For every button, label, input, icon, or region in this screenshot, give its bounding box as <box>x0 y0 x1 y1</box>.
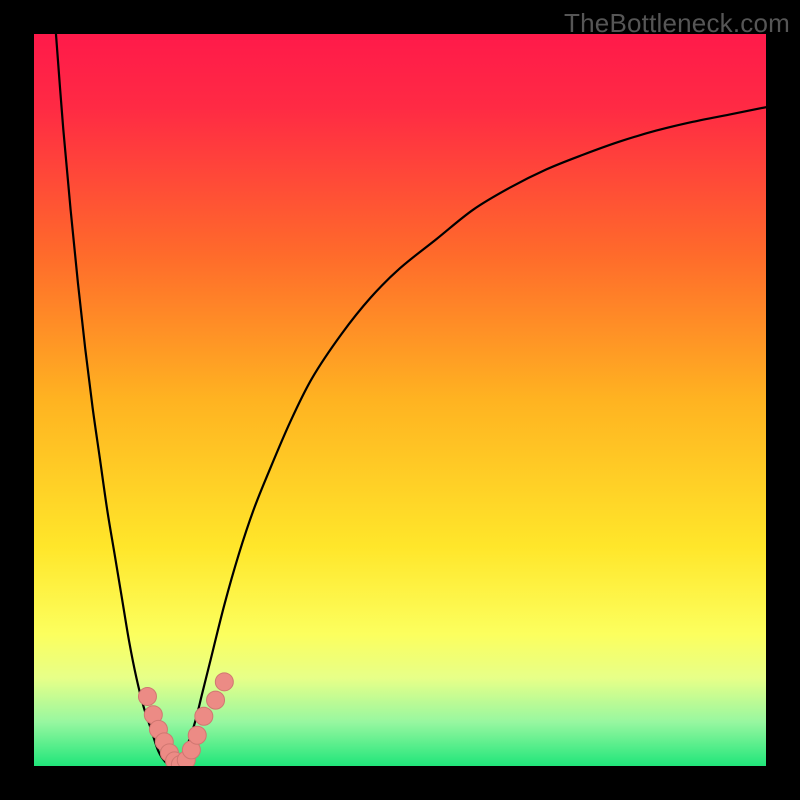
gradient-background <box>34 34 766 766</box>
watermark-text: TheBottleneck.com <box>564 8 790 39</box>
marker-point <box>215 673 233 691</box>
chart-area <box>34 34 766 766</box>
marker-point <box>138 687 156 705</box>
chart-svg <box>34 34 766 766</box>
marker-point <box>188 726 206 744</box>
marker-point <box>207 691 225 709</box>
marker-point <box>195 707 213 725</box>
